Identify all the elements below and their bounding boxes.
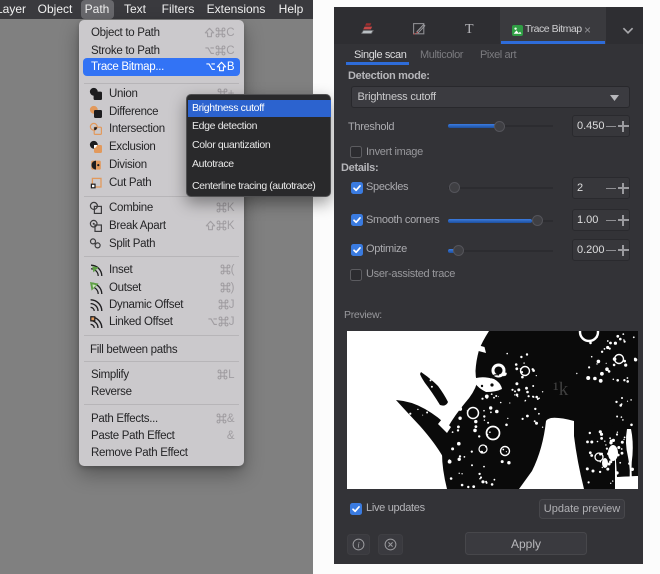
svg-text:¹k: ¹k (553, 379, 569, 400)
svg-text:i: i (357, 539, 360, 549)
